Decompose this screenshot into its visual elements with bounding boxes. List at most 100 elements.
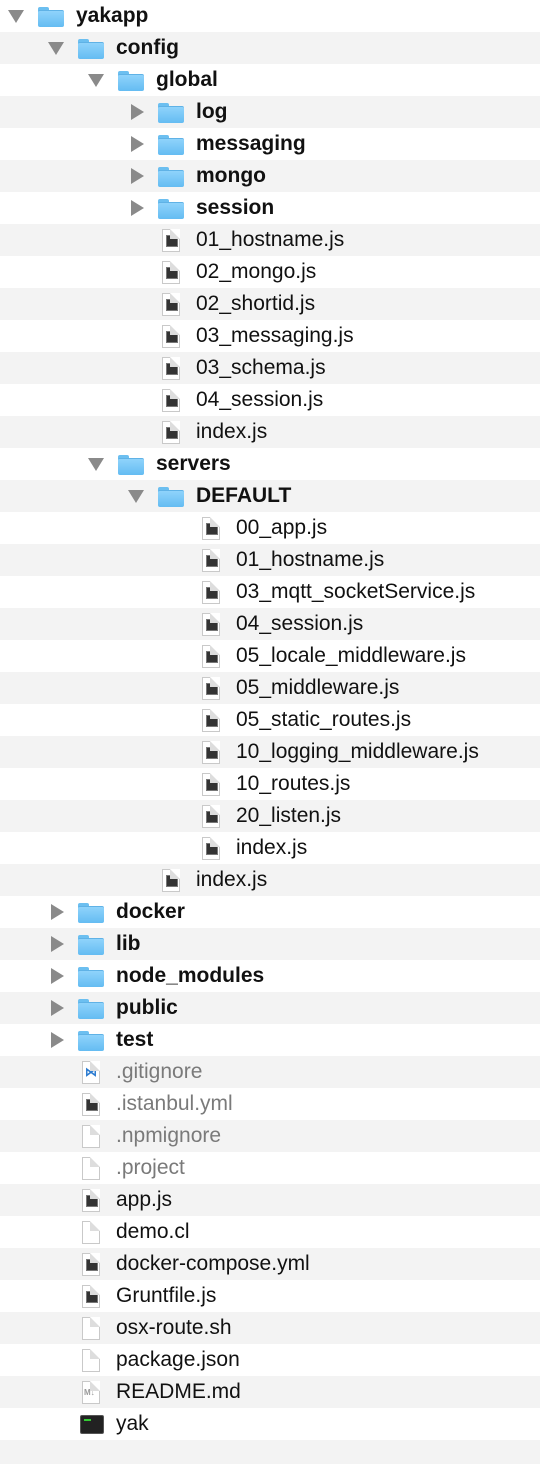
file-row[interactable]: 05_locale_middleware.js: [0, 640, 540, 672]
file-row[interactable]: 20_listen.js: [0, 800, 540, 832]
file-row[interactable]: index.js: [0, 416, 540, 448]
disclosure-collapsed-icon[interactable]: [51, 1032, 64, 1048]
disclosure-expanded-icon[interactable]: [8, 10, 24, 23]
file-row[interactable]: 04_session.js: [0, 608, 540, 640]
file-row[interactable]: ⋈ .gitignore: [0, 1056, 540, 1088]
item-name: 01_hostname.js: [196, 228, 345, 251]
folder-row[interactable]: node_modules: [0, 960, 540, 992]
disclosure-expanded-icon[interactable]: [48, 42, 64, 55]
script-file-icon: [162, 261, 180, 284]
item-name: index.js: [196, 868, 268, 891]
folder-row[interactable]: log: [0, 96, 540, 128]
folder-icon: [158, 167, 184, 187]
item-name: README.md: [116, 1380, 241, 1403]
folder-icon: [118, 455, 144, 475]
script-file-icon: [162, 389, 180, 412]
disclosure-collapsed-icon[interactable]: [131, 136, 144, 152]
folder-icon: [78, 999, 104, 1019]
file-row[interactable]: 00_app.js: [0, 512, 540, 544]
script-file-icon: [162, 293, 180, 316]
item-name: .gitignore: [116, 1060, 203, 1083]
item-name: global: [156, 68, 218, 91]
folder-row[interactable]: global: [0, 64, 540, 96]
disclosure-collapsed-icon[interactable]: [51, 1000, 64, 1016]
folder-row[interactable]: docker: [0, 896, 540, 928]
file-row[interactable]: docker-compose.yml: [0, 1248, 540, 1280]
folder-row[interactable]: session: [0, 192, 540, 224]
folder-row[interactable]: yakapp: [0, 0, 540, 32]
disclosure-collapsed-icon[interactable]: [51, 904, 64, 920]
folder-row[interactable]: lib: [0, 928, 540, 960]
disclosure-collapsed-icon[interactable]: [51, 968, 64, 984]
disclosure-collapsed-icon[interactable]: [131, 104, 144, 120]
item-name: 03_mqtt_socketService.js: [236, 580, 476, 603]
file-row[interactable]: 01_hostname.js: [0, 224, 540, 256]
folder-row[interactable]: mongo: [0, 160, 540, 192]
blank-file-icon: [82, 1125, 100, 1148]
disclosure-collapsed-icon[interactable]: [131, 168, 144, 184]
item-name: index.js: [236, 836, 308, 859]
folder-row[interactable]: public: [0, 992, 540, 1024]
vscode-file-icon: ⋈: [82, 1061, 100, 1084]
file-row[interactable]: demo.cl: [0, 1216, 540, 1248]
disclosure-collapsed-icon[interactable]: [131, 200, 144, 216]
file-row[interactable]: 05_middleware.js: [0, 672, 540, 704]
file-row[interactable]: 05_static_routes.js: [0, 704, 540, 736]
item-name: index.js: [196, 420, 268, 443]
item-name: docker-compose.yml: [116, 1252, 310, 1275]
item-name: .npmignore: [116, 1124, 222, 1147]
disclosure-expanded-icon[interactable]: [128, 490, 144, 503]
file-row[interactable]: 01_hostname.js: [0, 544, 540, 576]
file-row[interactable]: app.js: [0, 1184, 540, 1216]
item-name: config: [116, 36, 179, 59]
file-row[interactable]: osx-route.sh: [0, 1312, 540, 1344]
file-row[interactable]: index.js: [0, 832, 540, 864]
file-row[interactable]: Gruntfile.js: [0, 1280, 540, 1312]
disclosure-expanded-icon[interactable]: [88, 74, 104, 87]
item-name: test: [116, 1028, 154, 1051]
file-row[interactable]: 03_mqtt_socketService.js: [0, 576, 540, 608]
folder-icon: [78, 39, 104, 59]
script-file-icon: [202, 805, 220, 828]
item-name: 10_routes.js: [236, 772, 351, 795]
item-name: demo.cl: [116, 1220, 190, 1243]
item-name: docker: [116, 900, 185, 923]
folder-row[interactable]: servers: [0, 448, 540, 480]
disclosure-collapsed-icon[interactable]: [51, 936, 64, 952]
item-name: 04_session.js: [236, 612, 364, 635]
blank-file-icon: [82, 1221, 100, 1244]
script-file-icon: [82, 1285, 100, 1308]
file-row[interactable]: 03_messaging.js: [0, 320, 540, 352]
script-file-icon: [202, 837, 220, 860]
file-row[interactable]: 02_mongo.js: [0, 256, 540, 288]
file-row[interactable]: .istanbul.yml: [0, 1088, 540, 1120]
file-row[interactable]: package.json: [0, 1344, 540, 1376]
file-row[interactable]: M↓ README.md: [0, 1376, 540, 1408]
folder-row[interactable]: config: [0, 32, 540, 64]
item-name: osx-route.sh: [116, 1316, 232, 1339]
folder-row[interactable]: test: [0, 1024, 540, 1056]
file-row[interactable]: 02_shortid.js: [0, 288, 540, 320]
item-name: package.json: [116, 1348, 240, 1371]
script-file-icon: [202, 549, 220, 572]
item-name: session: [196, 196, 275, 219]
script-file-icon: [202, 645, 220, 668]
file-row[interactable]: .npmignore: [0, 1120, 540, 1152]
file-row[interactable]: .project: [0, 1152, 540, 1184]
folder-icon: [158, 199, 184, 219]
file-row[interactable]: 10_routes.js: [0, 768, 540, 800]
folder-row[interactable]: DEFAULT: [0, 480, 540, 512]
folder-row[interactable]: messaging: [0, 128, 540, 160]
file-row[interactable]: index.js: [0, 864, 540, 896]
file-row[interactable]: yak: [0, 1408, 540, 1440]
disclosure-expanded-icon[interactable]: [88, 458, 104, 471]
file-row[interactable]: 04_session.js: [0, 384, 540, 416]
folder-icon: [158, 135, 184, 155]
folder-icon: [158, 487, 184, 507]
item-name: 05_middleware.js: [236, 676, 400, 699]
markdown-file-icon: M↓: [82, 1381, 100, 1404]
script-file-icon: [162, 325, 180, 348]
item-name: 03_messaging.js: [196, 324, 354, 347]
file-row[interactable]: 10_logging_middleware.js: [0, 736, 540, 768]
file-row[interactable]: 03_schema.js: [0, 352, 540, 384]
